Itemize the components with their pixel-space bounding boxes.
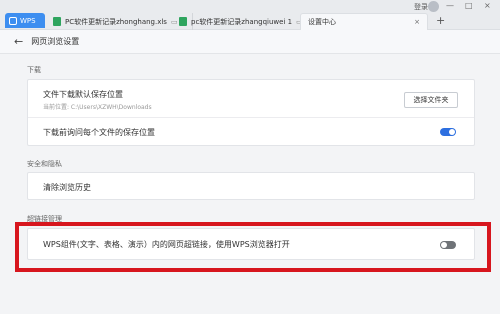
toggle-knob [449,129,455,135]
avatar[interactable] [428,1,439,12]
page-title: 网页浏览设置 [31,37,80,46]
tab-settings[interactable]: 设置中心 × [300,13,428,30]
wps-logo-icon [9,16,17,25]
add-tab-icon[interactable]: + [436,13,445,28]
tab-close-icon[interactable]: × [414,18,420,26]
maximize-icon[interactable]: □ [465,1,473,10]
tab-wps-label: WPS [20,16,36,25]
tab-settings-label: 设置中心 [308,18,336,26]
default-location-title: 文件下载默认保存位置 [43,90,123,99]
choose-folder-button[interactable]: 选择文件夹 [404,92,458,108]
tab-doc-zhangqiuwei[interactable]: pc软件更新记录zhangqiuwei 1 ▭ × [174,13,319,30]
login-link[interactable]: 登录 [414,2,428,12]
divider [28,117,474,118]
current-location-path: 当前位置: C:\Users\XZWH\Downloads [43,104,152,111]
minimize-icon[interactable]: — [446,1,454,10]
clear-history-item[interactable]: 清除浏览历史 [43,182,91,193]
tab-doc-zhonghang-label: PC软件更新记录zhonghang.xls [65,17,167,26]
spreadsheet-icon [53,17,61,26]
download-settings-card: 文件下载默认保存位置 当前位置: C:\Users\XZWH\Downloads… [27,79,475,146]
tab-doc-zhonghang[interactable]: PC软件更新记录zhonghang.xls ▭ × [48,13,194,30]
back-arrow-icon[interactable]: ← [14,35,23,48]
tab-wps-home[interactable]: WPS [5,13,45,28]
highlight-frame [15,222,491,272]
window-close-icon[interactable]: × [484,1,491,10]
spreadsheet-icon [179,17,187,26]
page-header: ← 网页浏览设置 [0,30,500,54]
section-title-download: 下载 [27,66,41,74]
section-title-privacy: 安全和隐私 [27,160,62,168]
ask-each-file-label: 下载前询问每个文件的保存位置 [43,128,155,137]
privacy-card: 清除浏览历史 [27,172,475,200]
tab-bar: WPS PC软件更新记录zhonghang.xls ▭ × pc软件更新记录zh… [0,0,500,30]
ask-each-file-toggle[interactable] [440,128,456,136]
tab-doc-zhangqiuwei-label: pc软件更新记录zhangqiuwei 1 [191,17,293,26]
